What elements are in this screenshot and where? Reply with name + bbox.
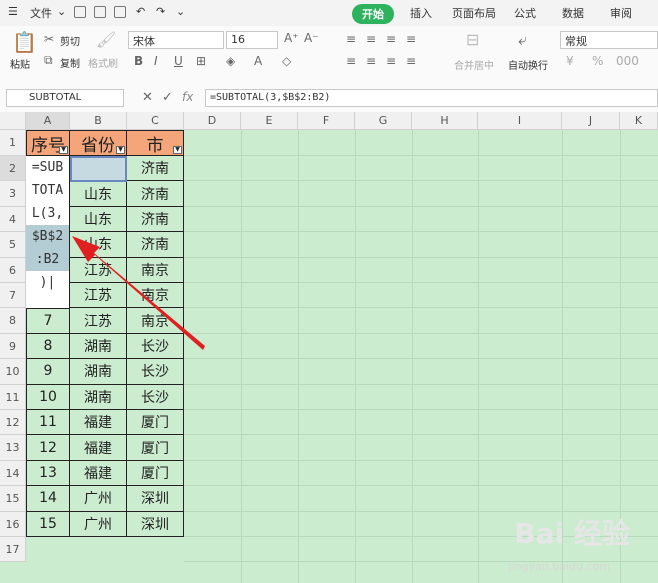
watermark-logo: Bai 经验 [514, 517, 630, 550]
red-arrow-annotation [72, 236, 205, 350]
watermark-url: jingyan.baidu.com [508, 560, 610, 573]
